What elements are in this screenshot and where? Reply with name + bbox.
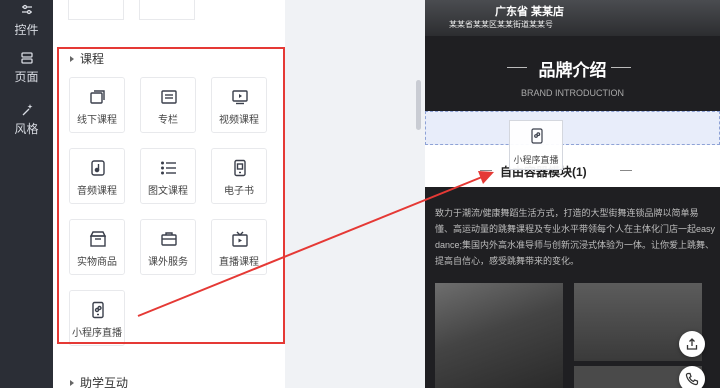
- annotation-arrow: [137, 171, 494, 317]
- editor-screen: 控件 页面 风格 课程 线下课程 专栏 视频课程 音频课程 图文课程 电子书 实…: [0, 0, 720, 388]
